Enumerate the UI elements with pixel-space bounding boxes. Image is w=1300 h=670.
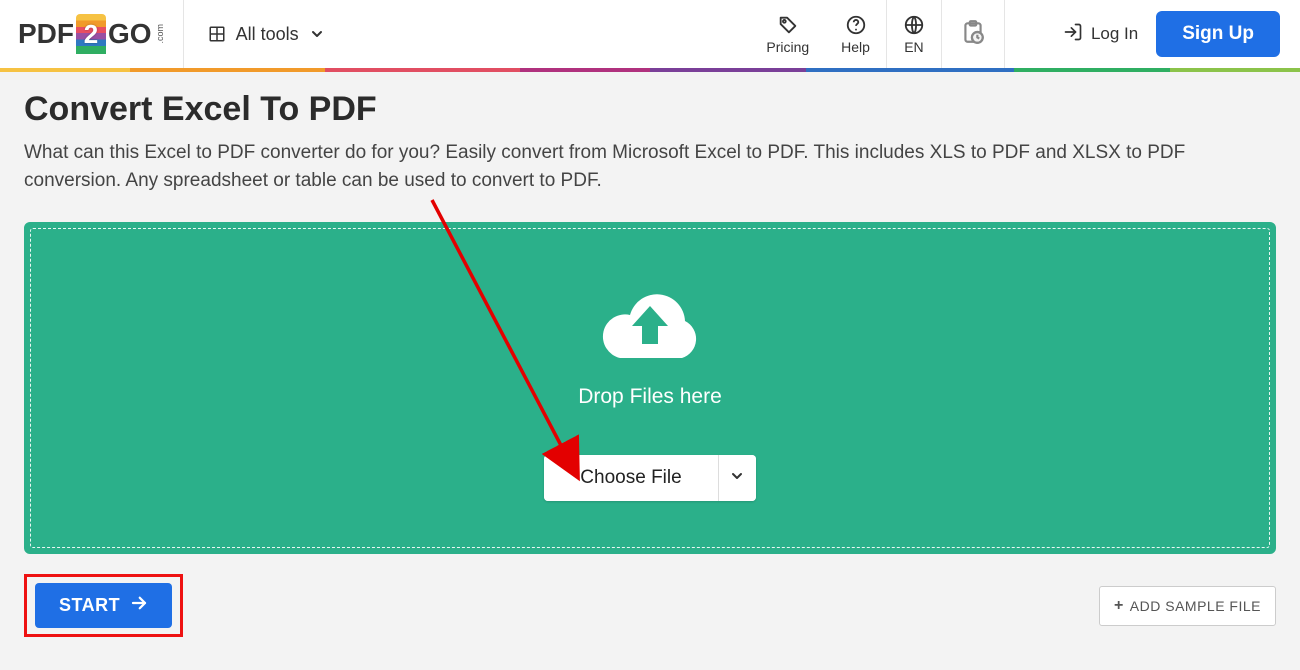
spacer [349, 0, 751, 68]
top-bar: PDF GO .com All tools Pricing Help [0, 0, 1300, 68]
cloud-upload-icon [585, 276, 715, 371]
nav-language-label: EN [904, 39, 923, 55]
file-dropzone[interactable]: Drop Files here Choose File [24, 222, 1276, 554]
nav-pricing[interactable]: Pricing [750, 0, 825, 68]
clipboard-clock-icon [960, 19, 986, 50]
start-label: START [59, 595, 120, 616]
help-icon [845, 13, 867, 37]
globe-icon [903, 13, 925, 37]
grid-icon [208, 25, 226, 43]
login-link[interactable]: Log In [1045, 0, 1156, 68]
page-content: Convert Excel To PDF What can this Excel… [0, 72, 1300, 637]
nav-pricing-label: Pricing [766, 39, 809, 55]
page-title: Convert Excel To PDF [24, 90, 1276, 129]
arrow-right-icon [130, 594, 148, 617]
choose-file-group: Choose File [544, 455, 755, 501]
nav-help-label: Help [841, 39, 870, 55]
choose-file-dropdown[interactable] [718, 455, 756, 501]
login-label: Log In [1091, 24, 1138, 44]
spacer [1005, 0, 1045, 68]
brand-mark-icon [76, 14, 106, 54]
chevron-down-icon [729, 468, 745, 487]
chevron-down-icon [309, 26, 325, 42]
add-sample-label: ADD SAMPLE FILE [1130, 598, 1261, 614]
dropzone-hint: Drop Files here [578, 385, 722, 409]
nav-history[interactable] [942, 0, 1004, 68]
brand-tld: .com [155, 24, 165, 44]
signup-button[interactable]: Sign Up [1156, 11, 1280, 57]
start-button[interactable]: START [35, 583, 172, 628]
page-subtitle: What can this Excel to PDF converter do … [24, 139, 1274, 194]
footer-row: START + ADD SAMPLE FILE [24, 574, 1276, 637]
nav-language[interactable]: EN [887, 0, 941, 68]
all-tools-menu[interactable]: All tools [184, 0, 349, 68]
login-icon [1063, 22, 1083, 47]
choose-file-button[interactable]: Choose File [544, 455, 717, 501]
brand-right: GO [108, 18, 152, 50]
plus-icon: + [1114, 597, 1124, 615]
signup-wrap: Sign Up [1156, 0, 1300, 68]
dropzone-inner: Drop Files here Choose File [30, 228, 1270, 548]
tag-icon [777, 13, 799, 37]
start-highlight-box: START [24, 574, 183, 637]
all-tools-label: All tools [236, 24, 299, 45]
brand-logo[interactable]: PDF GO .com [0, 0, 183, 68]
add-sample-button[interactable]: + ADD SAMPLE FILE [1099, 586, 1276, 626]
nav-help[interactable]: Help [825, 0, 886, 68]
brand-left: PDF [18, 18, 74, 50]
